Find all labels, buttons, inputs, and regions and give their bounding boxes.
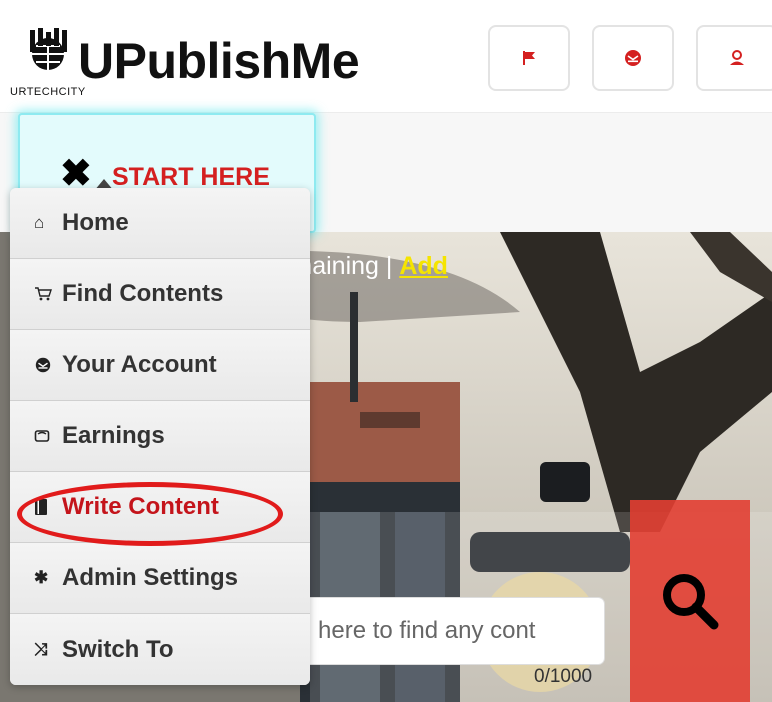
logo-text: UPublishMe xyxy=(78,33,360,89)
character-counter: 0/1000 xyxy=(534,666,593,687)
menu-item-write-content[interactable]: Write Content xyxy=(10,472,310,543)
menu-item-label: Switch To xyxy=(62,635,174,663)
search-input[interactable] xyxy=(288,598,604,664)
search-button[interactable] xyxy=(630,500,750,702)
user-icon xyxy=(730,50,744,65)
menu-item-your-account[interactable]: Your Account xyxy=(10,330,310,401)
menu-item-home[interactable]: ⌂ Home xyxy=(10,188,310,259)
search-box xyxy=(288,598,604,664)
search-icon xyxy=(663,574,719,630)
flag-icon xyxy=(523,51,535,65)
menu-item-label: Admin Settings xyxy=(62,564,239,591)
flag-button[interactable] xyxy=(488,25,570,91)
menu-item-label: Find Contents xyxy=(62,280,224,307)
envelope-icon xyxy=(34,356,56,374)
menu-item-label: Earnings xyxy=(62,422,165,449)
globe-logo-icon xyxy=(30,28,67,70)
menu-item-find-contents[interactable]: Find Contents xyxy=(10,259,310,330)
cart-icon xyxy=(34,287,56,301)
menu-item-earnings[interactable]: Earnings xyxy=(10,401,310,472)
gear-icon: ✱ xyxy=(34,568,49,587)
money-icon xyxy=(34,428,56,444)
menu-item-switch-to[interactable]: ⤨ Switch To xyxy=(10,614,310,685)
start-dropdown-menu: ⌂ Home Find Contents Your Account Earnin… xyxy=(10,188,310,685)
envelope-icon xyxy=(625,50,641,66)
logo-subtitle: URTECHCITY xyxy=(10,86,86,98)
home-icon: ⌂ xyxy=(34,213,45,232)
menu-item-admin-settings[interactable]: ✱ Admin Settings xyxy=(10,543,310,614)
menu-item-label: Home xyxy=(62,209,129,236)
shuffle-icon: ⤨ xyxy=(34,639,48,659)
menu-item-label: Your Account xyxy=(62,351,217,378)
menu-item-label: Write Content xyxy=(62,493,219,520)
add-credits-link[interactable]: Add xyxy=(399,252,448,280)
messages-button[interactable] xyxy=(592,25,674,91)
header: UPublishMe URTECHCITY xyxy=(0,0,772,112)
account-button[interactable] xyxy=(696,25,772,91)
book-icon xyxy=(34,498,56,516)
